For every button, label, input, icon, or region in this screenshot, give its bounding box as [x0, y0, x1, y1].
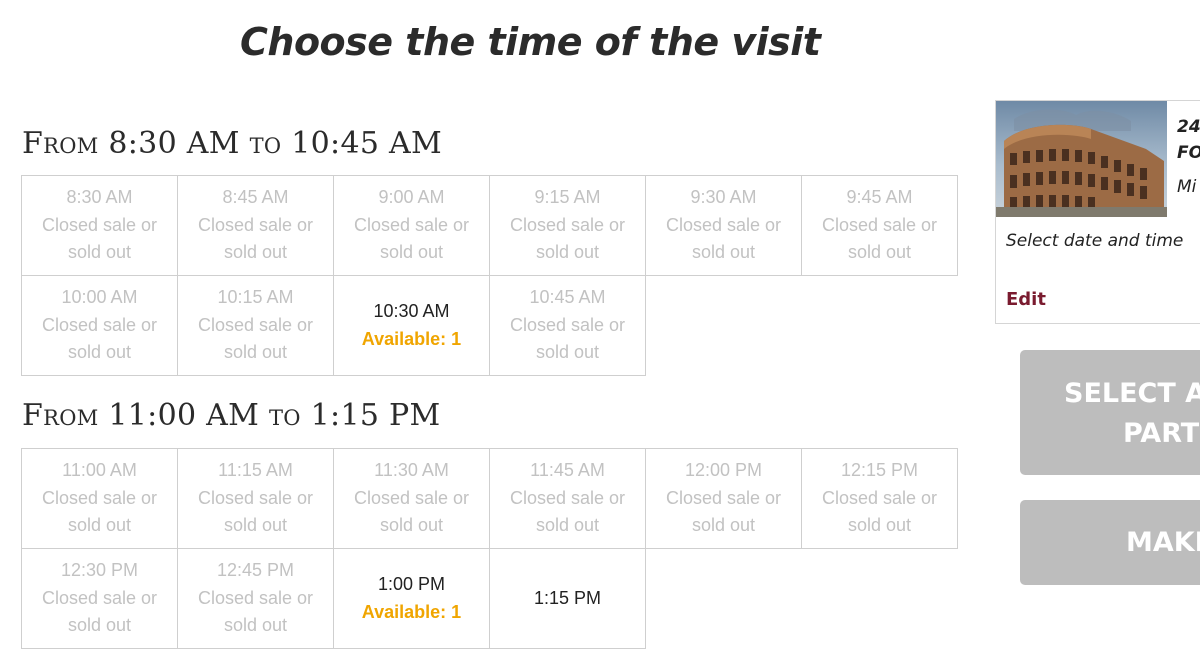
slot-time: 9:45 AM	[846, 187, 913, 208]
button-label: PART	[1123, 418, 1200, 449]
slot-status: Closed sale or sold out	[509, 214, 626, 263]
time-slot[interactable]: 1:00 PM Available: 1	[333, 548, 490, 649]
slot-time: 8:45 AM	[222, 187, 289, 208]
slot-availability: Available: 1	[361, 601, 462, 622]
slot-time: 9:00 AM	[378, 187, 445, 208]
time-slot: 12:30 PM Closed sale or sold out	[21, 548, 178, 649]
slot-time: 12:45 PM	[216, 560, 295, 581]
time-range-heading: From 8:30 AM to 10:45 AM	[22, 126, 443, 161]
time-slot: 10:15 AM Closed sale or sold out	[177, 275, 334, 376]
time-slot: 9:45 AM Closed sale or sold out	[801, 175, 958, 276]
slot-time: 12:00 PM	[684, 460, 763, 481]
slot-time: 8:30 AM	[66, 187, 133, 208]
button-label: MAKI	[1126, 527, 1200, 558]
slot-status: Closed sale or sold out	[197, 214, 314, 263]
booking-title: FO	[1177, 143, 1200, 163]
slot-status: Closed sale or sold out	[41, 314, 158, 363]
booking-date: 24	[1177, 117, 1200, 137]
booking-summary-card: 24 FO Mi Select date and time Edit	[995, 100, 1200, 324]
time-slot: 12:45 PM Closed sale or sold out	[177, 548, 334, 649]
booking-subtitle: Mi	[1177, 177, 1197, 197]
slot-status: Closed sale or sold out	[821, 214, 938, 263]
time-slot: 11:45 AM Closed sale or sold out	[489, 448, 646, 549]
time-slot: 11:30 AM Closed sale or sold out	[333, 448, 490, 549]
time-slot: 10:00 AM Closed sale or sold out	[21, 275, 178, 376]
page-title: Choose the time of the visit	[240, 20, 821, 64]
time-slot: 9:30 AM Closed sale or sold out	[645, 175, 802, 276]
time-slot: 12:15 PM Closed sale or sold out	[801, 448, 958, 549]
time-slot-grid: 11:00 AM Closed sale or sold out 11:15 AM C…	[21, 448, 958, 649]
slot-status: Closed sale or sold out	[665, 214, 782, 263]
time-slot[interactable]: 10:30 AM Available: 1	[333, 275, 490, 376]
slot-time: 11:45 AM	[530, 460, 605, 481]
slot-time: 10:15 AM	[217, 287, 294, 308]
time-slot: 9:00 AM Closed sale or sold out	[333, 175, 490, 276]
slot-status: Closed sale or sold out	[41, 487, 158, 536]
slot-time: 11:15 AM	[218, 460, 293, 481]
slot-time: 10:45 AM	[529, 287, 606, 308]
time-slot: 10:45 AM Closed sale or sold out	[489, 275, 646, 376]
time-slot: 8:30 AM Closed sale or sold out	[21, 175, 178, 276]
slot-status: Closed sale or sold out	[41, 587, 158, 636]
slot-time: 1:15 PM	[533, 587, 602, 608]
slot-time: 12:30 PM	[60, 560, 139, 581]
colosseum-image	[996, 101, 1167, 217]
time-slot: 12:00 PM Closed sale or sold out	[645, 448, 802, 549]
time-slot: 11:00 AM Closed sale or sold out	[21, 448, 178, 549]
time-slot: 8:45 AM Closed sale or sold out	[177, 175, 334, 276]
edit-link[interactable]: Edit	[1006, 289, 1046, 310]
slot-time: 11:00 AM	[62, 460, 137, 481]
slot-availability: Available: 1	[361, 328, 462, 349]
slot-time: 10:00 AM	[61, 287, 138, 308]
button-label: SELECT AT	[1064, 378, 1200, 409]
select-date-time-label: Select date and time	[1006, 231, 1184, 251]
time-range-heading: From 11:00 AM to 1:15 PM	[22, 398, 441, 433]
slot-time: 11:30 AM	[374, 460, 449, 481]
slot-status: Closed sale or sold out	[509, 314, 626, 363]
slot-time: 9:30 AM	[690, 187, 757, 208]
slot-status: Closed sale or sold out	[197, 487, 314, 536]
slot-status: Closed sale or sold out	[197, 314, 314, 363]
time-slot: 11:15 AM Closed sale or sold out	[177, 448, 334, 549]
time-slot-grid: 8:30 AM Closed sale or sold out 8:45 AM Clo…	[21, 175, 958, 376]
time-slot[interactable]: 1:15 PM	[489, 548, 646, 649]
slot-time: 10:30 AM	[373, 301, 450, 321]
slot-status: Closed sale or sold out	[353, 214, 470, 263]
select-attractions-button[interactable]: SELECT AT PART	[1020, 350, 1200, 475]
slot-status: Closed sale or sold out	[197, 587, 314, 636]
make-reservation-button[interactable]: MAKI	[1020, 500, 1200, 585]
slot-status: Closed sale or sold out	[821, 487, 938, 536]
slot-status: Closed sale or sold out	[353, 487, 470, 536]
slot-status: Closed sale or sold out	[509, 487, 626, 536]
slot-status: Closed sale or sold out	[41, 214, 158, 263]
time-slot: 9:15 AM Closed sale or sold out	[489, 175, 646, 276]
slot-status: Closed sale or sold out	[665, 487, 782, 536]
slot-time: 12:15 PM	[840, 460, 919, 481]
slot-time: 1:00 PM	[377, 574, 446, 594]
slot-time: 9:15 AM	[534, 187, 601, 208]
